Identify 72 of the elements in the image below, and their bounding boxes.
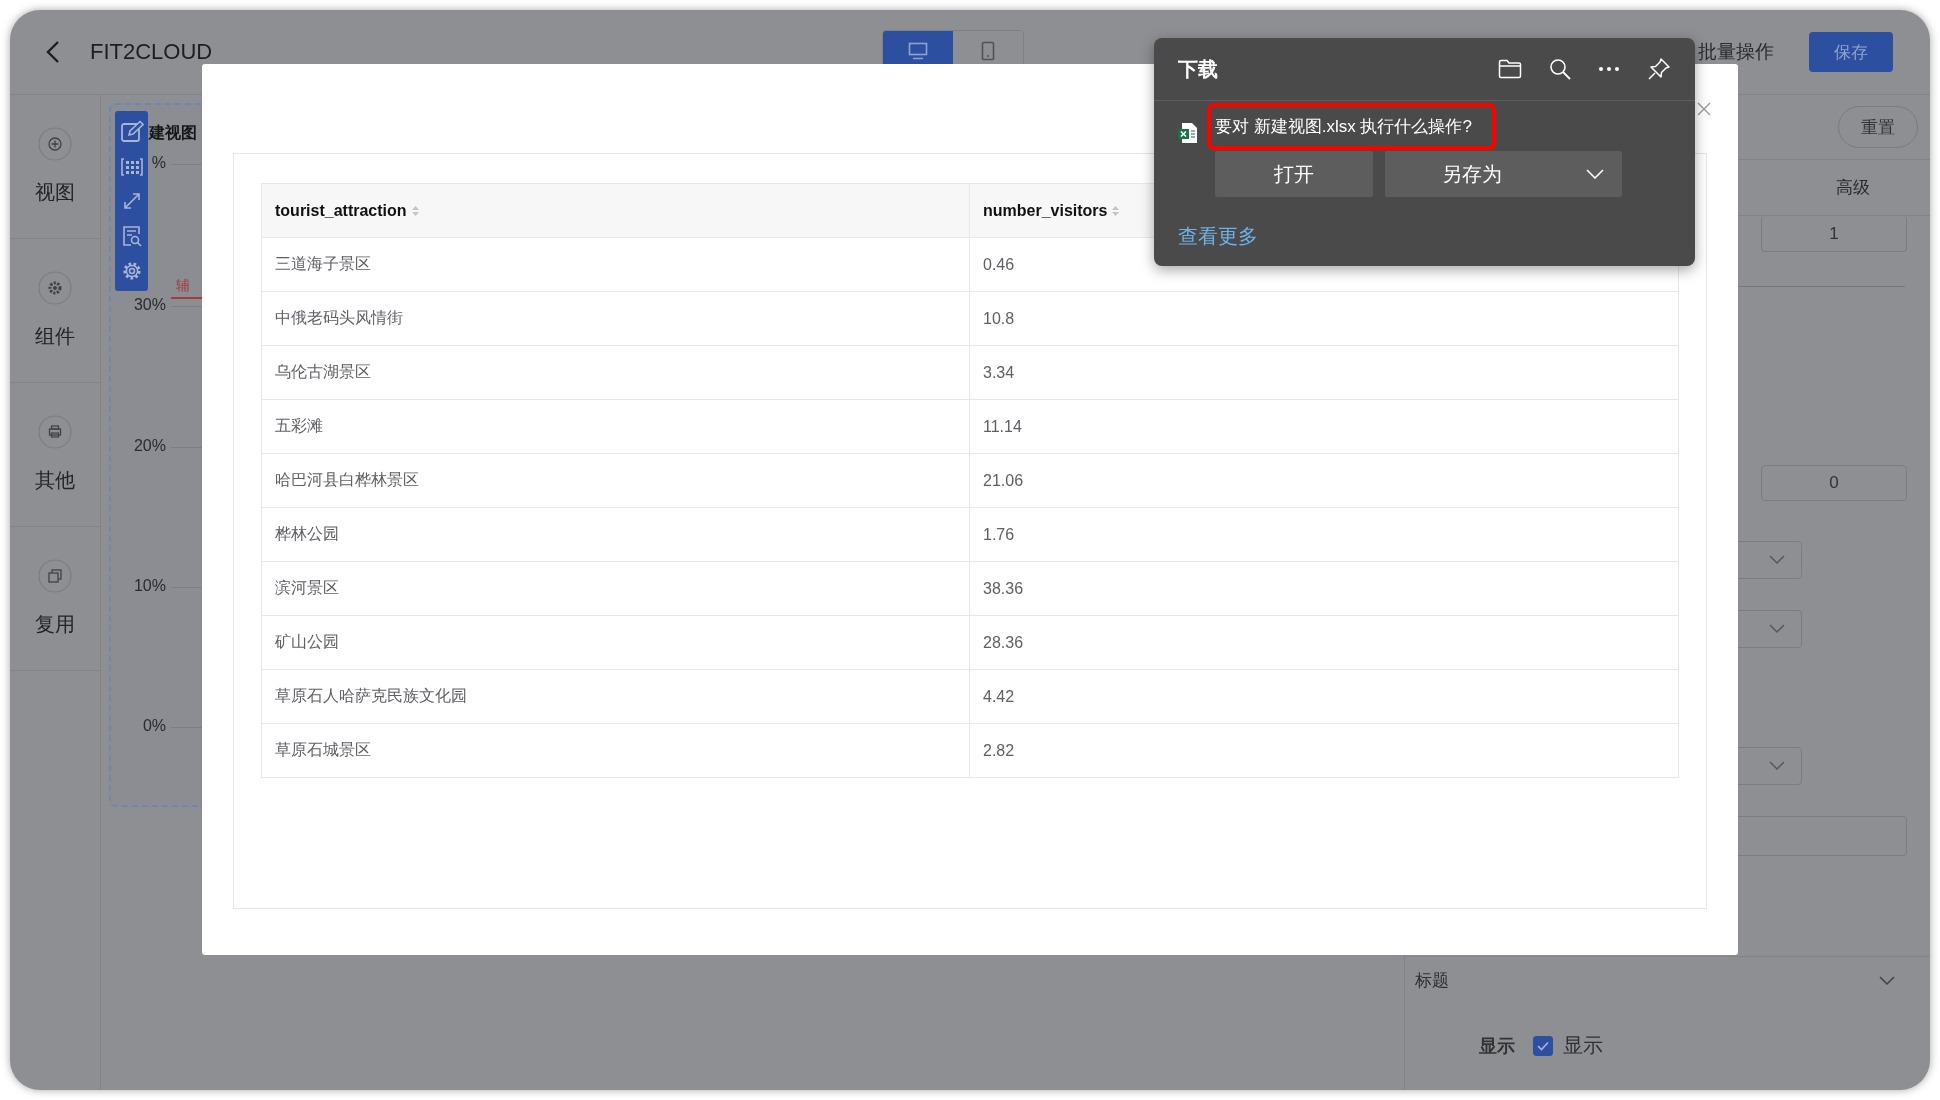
advanced-tab[interactable]: 高级 (1836, 176, 1870, 199)
check-icon (1536, 1039, 1550, 1052)
open-button[interactable]: 打开 (1215, 151, 1373, 197)
chart-title: 建视图 (149, 123, 197, 143)
checkbox-label: 显示 (1563, 1033, 1603, 1058)
sidebar-item[interactable]: 其他 (10, 383, 100, 527)
app-title: FIT2CLOUD (90, 39, 213, 65)
table-cell: 五彩滩 (275, 417, 323, 434)
axis-label: 30% (133, 296, 166, 314)
copy-icon (38, 559, 72, 593)
table-cell: 滨河景区 (275, 579, 339, 596)
folder-icon[interactable] (1498, 59, 1522, 79)
table-cell: 3.34 (983, 363, 1015, 381)
save-as-button[interactable]: 另存为 (1385, 151, 1622, 197)
add-icon (38, 127, 72, 161)
table-cell: 乌伦古湖景区 (275, 363, 371, 380)
table-cell: 草原石人哈萨克民族文化园 (275, 687, 467, 704)
column-header[interactable]: tourist_attraction (275, 201, 407, 220)
chevron-down-icon[interactable] (1879, 975, 1895, 986)
more-icon[interactable] (1598, 66, 1620, 72)
chevron-down-icon (1769, 624, 1785, 634)
close-icon[interactable] (1697, 102, 1711, 116)
section-title: 标题 (1415, 970, 1449, 992)
table-cell: 三道海子景区 (275, 255, 371, 272)
number-input[interactable]: 0 (1761, 465, 1907, 501)
chevron-down-icon (1586, 169, 1604, 179)
sidebar-item[interactable]: 组件 (10, 239, 100, 383)
see-more-link[interactable]: 查看更多 (1178, 223, 1258, 250)
table-cell: 矿山公园 (275, 633, 339, 650)
chevron-down-icon (1769, 761, 1785, 771)
table-cell: 中俄老码头风情街 (275, 309, 403, 326)
pin-icon[interactable] (1647, 57, 1671, 81)
table-cell: 哈巴河县白桦林景区 (275, 471, 419, 488)
table-cell: 2.82 (983, 741, 1015, 759)
chevron-down-icon (1769, 555, 1785, 565)
batch-action-link[interactable]: 批量操作 (1698, 39, 1774, 65)
grid-icon[interactable] (120, 157, 143, 178)
checkbox[interactable] (1533, 1035, 1553, 1056)
details-icon[interactable] (121, 224, 142, 247)
reference-line-label: 辅 (176, 277, 190, 295)
table-cell: 28.36 (983, 633, 1024, 651)
reset-button[interactable]: 重置 (1838, 106, 1918, 148)
settings-icon (38, 271, 72, 305)
table-cell: 0.46 (983, 255, 1015, 273)
table-cell: 1.76 (983, 525, 1015, 543)
column-header[interactable]: number_visitors (983, 201, 1108, 220)
spreadsheet-file-icon (1178, 122, 1198, 144)
axis-label: 20% (133, 437, 166, 455)
printer-icon (38, 415, 72, 449)
expand-icon[interactable] (121, 191, 142, 211)
table-cell: 38.36 (983, 579, 1024, 597)
phone-icon (981, 41, 996, 61)
table-cell: 桦林公园 (275, 525, 339, 542)
save-button[interactable]: 保存 (1809, 32, 1893, 72)
axis-label: 0% (142, 717, 166, 735)
monitor-icon (908, 42, 929, 60)
table-cell: 21.06 (983, 471, 1024, 489)
table-cell: 10.8 (983, 309, 1015, 327)
popup-title: 下载 (1178, 56, 1218, 82)
table-cell: 11.14 (983, 417, 1022, 435)
table-cell: 草原石城景区 (275, 741, 371, 758)
axis-label: % (151, 154, 166, 172)
back-icon[interactable] (46, 40, 60, 64)
table-cell: 4.42 (983, 687, 1015, 705)
download-prompt: 要对 新建视图.xlsx 执行什么操作? (1207, 102, 1496, 150)
settings-icon[interactable] (120, 260, 143, 283)
edit-icon[interactable] (119, 119, 144, 144)
search-icon[interactable] (1549, 58, 1571, 80)
axis-label: 10% (133, 577, 166, 595)
field-label: 显示 (1479, 1034, 1515, 1058)
sidebar-item[interactable]: 视图 (10, 95, 100, 239)
sidebar-item[interactable]: 复用 (10, 527, 100, 671)
